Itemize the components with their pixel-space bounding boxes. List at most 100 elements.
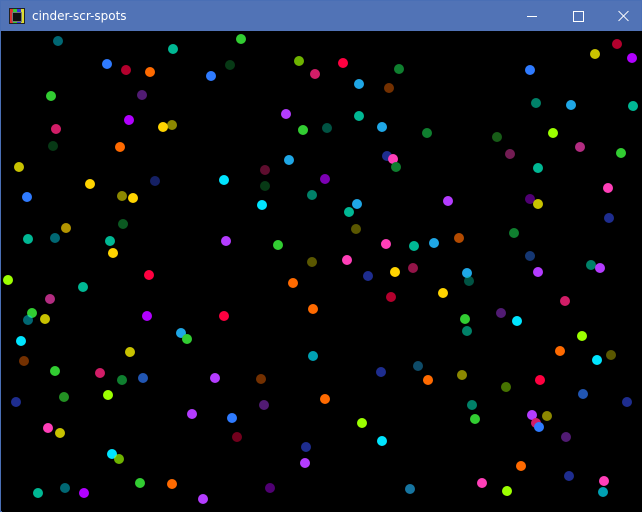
spot: [354, 111, 364, 121]
spot: [256, 374, 266, 384]
spot: [168, 44, 178, 54]
spot: [509, 228, 519, 238]
spot: [273, 240, 283, 250]
spot: [525, 65, 535, 75]
spot: [457, 370, 467, 380]
spot: [294, 56, 304, 66]
spot: [23, 315, 33, 325]
spot: [145, 67, 155, 77]
spot: [533, 199, 543, 209]
spot: [555, 346, 565, 356]
spot: [124, 115, 134, 125]
spot: [595, 263, 605, 273]
spot: [284, 155, 294, 165]
spot: [501, 382, 511, 392]
spot: [265, 483, 275, 493]
spot: [236, 34, 246, 44]
spot: [535, 375, 545, 385]
spot: [598, 487, 608, 497]
spot: [150, 176, 160, 186]
spot: [351, 224, 361, 234]
spot: [187, 409, 197, 419]
spot: [219, 311, 229, 321]
spot: [105, 236, 115, 246]
spot: [128, 193, 138, 203]
spot: [219, 175, 229, 185]
close-button[interactable]: [601, 1, 642, 31]
spot: [533, 163, 543, 173]
spot: [391, 162, 401, 172]
spot: [464, 276, 474, 286]
spot: [308, 304, 318, 314]
spot: [363, 271, 373, 281]
spot: [422, 128, 432, 138]
spot: [376, 367, 386, 377]
spot: [622, 397, 632, 407]
spot: [616, 148, 626, 158]
spot: [33, 488, 43, 498]
spot: [225, 60, 235, 70]
application-window: cinder-scr-spots: [0, 0, 642, 512]
spot: [23, 234, 33, 244]
spot: [108, 248, 118, 258]
spot: [61, 223, 71, 233]
spot: [390, 267, 400, 277]
spot: [260, 165, 270, 175]
spot: [627, 53, 637, 63]
spot: [115, 142, 125, 152]
spot: [357, 418, 367, 428]
spot: [320, 174, 330, 184]
app-icon: [9, 8, 25, 24]
spot: [260, 181, 270, 191]
spot: [405, 484, 415, 494]
spot: [95, 368, 105, 378]
spot: [320, 394, 330, 404]
spot: [310, 69, 320, 79]
spot: [603, 183, 613, 193]
spot: [307, 190, 317, 200]
spot: [560, 296, 570, 306]
spot: [409, 241, 419, 251]
spot: [138, 373, 148, 383]
spot: [51, 124, 61, 134]
maximize-button[interactable]: [555, 1, 601, 31]
spot: [496, 308, 506, 318]
spot: [575, 142, 585, 152]
spot: [322, 123, 332, 133]
spot: [301, 442, 311, 452]
spot: [467, 400, 477, 410]
spot: [182, 334, 192, 344]
spot: [53, 36, 63, 46]
spots-canvas[interactable]: [2, 31, 642, 512]
spot: [628, 101, 638, 111]
spot: [50, 233, 60, 243]
spot: [144, 270, 154, 280]
spot: [103, 390, 113, 400]
spot: [48, 141, 58, 151]
spot: [158, 122, 168, 132]
spot: [423, 375, 433, 385]
minimize-icon: [527, 15, 537, 17]
spot: [142, 311, 152, 321]
spot: [46, 91, 56, 101]
spot: [308, 351, 318, 361]
spot: [259, 400, 269, 410]
spot: [19, 356, 29, 366]
spot: [438, 288, 448, 298]
spot: [206, 71, 216, 81]
title-bar[interactable]: cinder-scr-spots: [1, 1, 641, 31]
spot: [288, 278, 298, 288]
spot: [599, 476, 609, 486]
minimize-button[interactable]: [509, 1, 555, 31]
close-icon: [618, 10, 630, 22]
spot: [121, 65, 131, 75]
spot: [384, 83, 394, 93]
spot: [394, 64, 404, 74]
spot: [210, 373, 220, 383]
spot: [298, 125, 308, 135]
spot: [386, 292, 396, 302]
spot: [612, 39, 622, 49]
spot: [59, 392, 69, 402]
spot: [198, 494, 208, 504]
spot: [232, 432, 242, 442]
